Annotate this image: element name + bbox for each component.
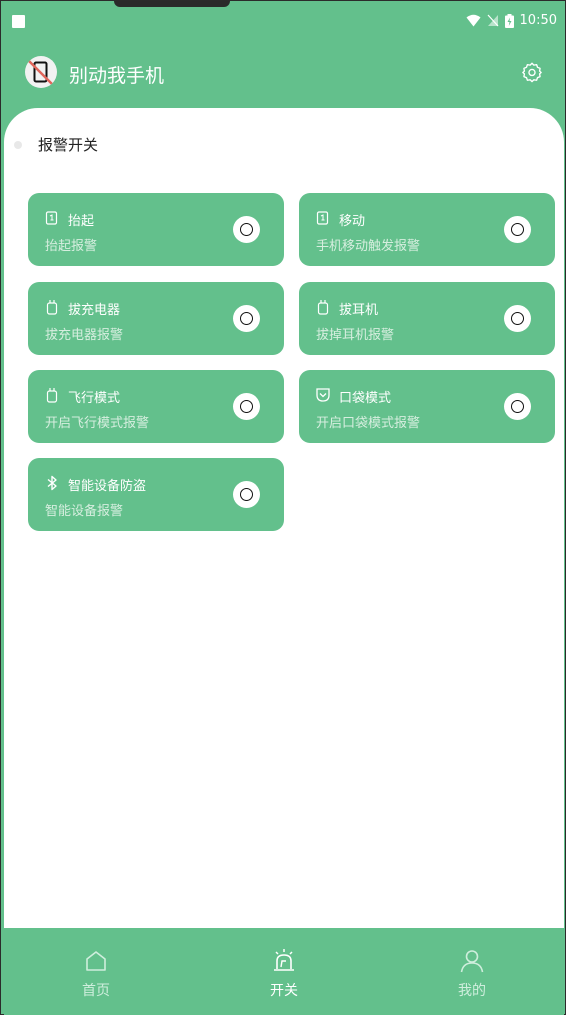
- notification-icon: [12, 15, 25, 28]
- phone-move-icon: [316, 211, 329, 225]
- cellular-signal-icon: [487, 14, 498, 27]
- card-title: 拔充电器: [68, 303, 121, 318]
- toggle-switch[interactable]: [233, 481, 260, 508]
- alarm-card-smart-device[interactable]: 智能设备防盗 智能设备报警: [28, 458, 284, 531]
- card-title: 口袋模式: [339, 391, 392, 406]
- pocket-icon: [316, 388, 330, 402]
- app-logo: [25, 56, 57, 88]
- section-dot: [14, 140, 22, 149]
- app-bar: 别动我手机: [1, 41, 566, 103]
- card-subtitle: 拔充电器报警: [45, 328, 124, 343]
- bottom-nav: 首页 开关 我的: [4, 938, 564, 1015]
- home-icon: [86, 951, 106, 971]
- alarm-card-airplane[interactable]: 飞行模式 开启飞行模式报警: [28, 370, 284, 443]
- card-subtitle: 开启口袋模式报警: [316, 416, 421, 431]
- toggle-switch[interactable]: [233, 305, 260, 332]
- no-phone-icon: [27, 59, 53, 85]
- toggle-switch[interactable]: [504, 393, 531, 420]
- toggle-switch[interactable]: [504, 305, 531, 332]
- card-title: 拔耳机: [339, 303, 379, 318]
- nav-label: 开关: [270, 983, 298, 999]
- section-header: 报警开关: [14, 134, 98, 155]
- card-subtitle: 抬起报警: [45, 239, 98, 254]
- profile-icon: [460, 950, 484, 973]
- card-subtitle: 智能设备报警: [45, 504, 124, 519]
- nav-item-profile[interactable]: 我的: [412, 948, 532, 1000]
- camera-notch: [114, 1, 230, 7]
- nav-item-switch[interactable]: 开关: [224, 948, 344, 1000]
- card-subtitle: 拔掉耳机报警: [316, 328, 395, 343]
- charger-plug-icon: [46, 300, 58, 315]
- alarm-card-lift[interactable]: 抬起 抬起报警: [28, 193, 284, 266]
- earphone-plug-icon: [317, 300, 329, 315]
- card-subtitle: 开启飞行模式报警: [45, 416, 150, 431]
- nav-item-home[interactable]: 首页: [36, 948, 156, 1000]
- clock: 10:50: [519, 13, 557, 28]
- content-panel: 报警开关 抬起 抬起报警 移动 手机移动触发报警 拔充电器 拔充电器报警 拔耳机…: [4, 108, 564, 928]
- alarm-card-earphone[interactable]: 拔耳机 拔掉耳机报警: [299, 282, 555, 355]
- wifi-icon: [466, 14, 481, 27]
- alarm-icon: [274, 949, 294, 971]
- toggle-switch[interactable]: [233, 393, 260, 420]
- settings-gear-icon[interactable]: [521, 61, 543, 83]
- section-title: 报警开关: [38, 136, 99, 154]
- battery-charging-icon: [504, 13, 514, 28]
- app-frame: 10:50 别动我手机 报警开关 抬起 抬起报警 移动 手机移动触发报警 拔充电…: [0, 0, 566, 1015]
- nav-label: 我的: [458, 983, 486, 999]
- toggle-switch[interactable]: [233, 216, 260, 243]
- card-title: 移动: [339, 214, 366, 229]
- phone-lift-icon: [45, 211, 58, 225]
- nav-label: 首页: [82, 983, 110, 999]
- card-title: 飞行模式: [68, 391, 121, 406]
- card-title: 抬起: [68, 214, 95, 229]
- toggle-switch[interactable]: [504, 216, 531, 243]
- alarm-card-pocket[interactable]: 口袋模式 开启口袋模式报警: [299, 370, 555, 443]
- card-subtitle: 手机移动触发报警: [316, 239, 421, 254]
- airplane-mode-icon: [46, 388, 58, 403]
- alarm-card-charger[interactable]: 拔充电器 拔充电器报警: [28, 282, 284, 355]
- status-icons: 10:50: [466, 13, 557, 28]
- status-bar: 10:50: [1, 1, 566, 41]
- alarm-card-move[interactable]: 移动 手机移动触发报警: [299, 193, 555, 266]
- app-title: 别动我手机: [69, 65, 165, 87]
- card-title: 智能设备防盗: [68, 479, 147, 494]
- bluetooth-icon: [47, 475, 57, 491]
